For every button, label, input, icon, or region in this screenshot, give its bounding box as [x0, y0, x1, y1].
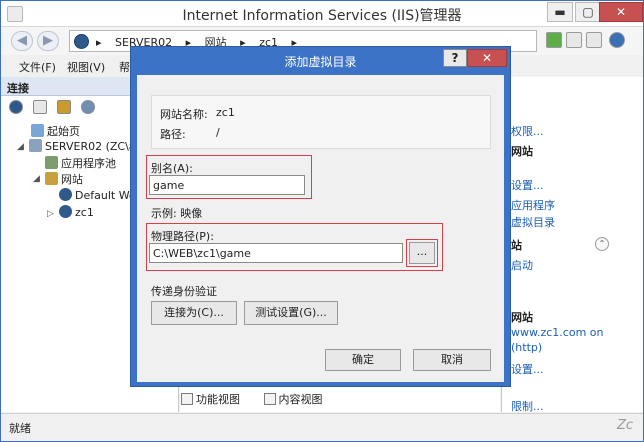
- content-view-tab[interactable]: 内容视图: [263, 393, 333, 406]
- maximize-button[interactable]: ▢: [575, 2, 601, 22]
- tree-sites[interactable]: 网站: [45, 171, 83, 187]
- help-icon[interactable]: [609, 32, 625, 48]
- tree-zc1[interactable]: zc1: [59, 205, 94, 219]
- forward-button[interactable]: ▶: [37, 31, 59, 51]
- physical-path-input[interactable]: C:\WEB\zc1\game: [149, 243, 403, 263]
- cancel-button[interactable]: 取消: [413, 349, 491, 371]
- minimize-button[interactable]: ▬: [547, 2, 573, 22]
- add-virtual-directory-dialog: 添加虚拟目录 ? ✕ 网站名称: zc1 路径: / 别名(A): game 示…: [130, 46, 511, 387]
- ok-button[interactable]: 确定: [325, 349, 401, 371]
- folder-icon[interactable]: [57, 100, 71, 114]
- tree-app-pools[interactable]: 应用程序池: [45, 155, 116, 171]
- alias-example: 示例: 映像: [151, 207, 203, 220]
- dialog-help-button[interactable]: ?: [443, 49, 467, 67]
- sites-folder-icon: [45, 172, 58, 185]
- title-bar: Internet Information Services (IIS)管理器 ▬…: [1, 1, 643, 27]
- browse-button[interactable]: ...: [409, 242, 435, 264]
- stop-icon[interactable]: [566, 32, 582, 48]
- save-icon[interactable]: [33, 100, 47, 114]
- close-button[interactable]: ✕: [599, 2, 643, 22]
- breadcrumb-sep: ▸: [96, 36, 102, 49]
- action-start[interactable]: 启动: [511, 257, 533, 273]
- tree-server[interactable]: SERVER02 (ZC\adi: [29, 139, 146, 153]
- back-button[interactable]: ◀: [11, 31, 33, 51]
- site-name-label: 网站名称:: [160, 108, 208, 121]
- site-info-box: 网站名称: zc1 路径: /: [151, 95, 491, 149]
- action-view-virtual-dirs[interactable]: 虚拟目录: [511, 214, 555, 230]
- status-text: 就绪: [9, 422, 31, 435]
- dialog-body: 网站名称: zc1 路径: / 别名(A): game 示例: 映像 物理路径(…: [137, 75, 504, 382]
- menu-view[interactable]: 视图(V): [67, 59, 105, 75]
- features-view-tab[interactable]: 功能视图: [181, 393, 250, 406]
- collapse-icon[interactable]: ⌃: [595, 237, 609, 251]
- dialog-title-bar: 添加虚拟目录 ? ✕: [131, 47, 510, 75]
- globe-icon: [74, 34, 89, 49]
- expander-icon[interactable]: ▷: [47, 209, 54, 219]
- home-icon[interactable]: [586, 32, 602, 48]
- action-site-heading: 网站: [511, 145, 533, 158]
- action-view-applications[interactable]: 应用程序: [511, 197, 555, 213]
- expander-icon[interactable]: ◢: [33, 174, 40, 184]
- status-bar: 就绪 Zc: [1, 413, 643, 441]
- menu-file[interactable]: 文件(F): [19, 59, 56, 75]
- home-page-icon: [31, 124, 44, 137]
- dialog-close-button[interactable]: ✕: [467, 49, 507, 67]
- action-permissions[interactable]: 权限...: [511, 123, 544, 139]
- action-limits[interactable]: 限制...: [511, 398, 544, 414]
- action-advanced-settings[interactable]: 设置...: [511, 361, 544, 377]
- features-view-icon: [181, 393, 193, 405]
- network-icon[interactable]: [81, 100, 95, 114]
- alias-label: 别名(A):: [151, 162, 193, 175]
- action-settings[interactable]: 设置...: [511, 177, 544, 193]
- tree-start-page[interactable]: 起始页: [31, 123, 80, 139]
- path-label: 路径:: [160, 128, 186, 141]
- alias-input[interactable]: game: [149, 175, 305, 195]
- pass-through-auth-label: 传递身份验证: [151, 285, 217, 298]
- refresh-icon[interactable]: [546, 32, 562, 48]
- test-settings-button[interactable]: 测试设置(G)...: [244, 301, 338, 325]
- connect-as-button[interactable]: 连接为(C)...: [151, 301, 237, 325]
- action-manage-heading: 站: [511, 239, 522, 252]
- connect-icon[interactable]: [9, 100, 23, 114]
- path-value: /: [216, 126, 220, 139]
- watermark: Zc: [616, 418, 633, 433]
- content-view-icon: [263, 393, 276, 405]
- expander-icon[interactable]: ◢: [17, 142, 24, 152]
- server-icon: [29, 139, 42, 152]
- app-pool-icon: [45, 156, 58, 169]
- view-tabs: 功能视图 内容视图: [181, 391, 343, 407]
- physical-path-label: 物理路径(P):: [151, 230, 214, 243]
- action-browse-url[interactable]: www.zc1.com on: [511, 326, 604, 339]
- globe-icon: [59, 188, 72, 201]
- action-browse-protocol[interactable]: (http): [511, 341, 542, 354]
- globe-icon: [59, 205, 72, 218]
- site-name-value: zc1: [216, 106, 235, 119]
- action-browse-heading: 网站: [511, 311, 533, 324]
